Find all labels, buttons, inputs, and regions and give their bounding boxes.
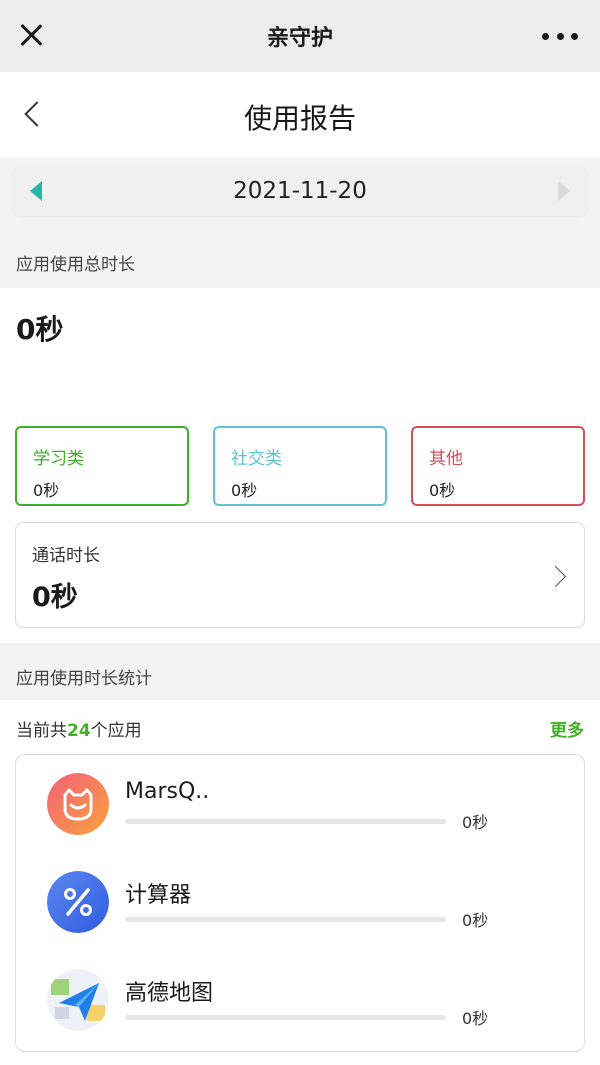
amap-app-icon (47, 969, 109, 1031)
page-title: 使用报告 (243, 102, 356, 135)
call-duration-label: 通话时长 (32, 546, 100, 566)
usage-progress-bar (125, 1015, 446, 1020)
total-usage-panel: 0秒 学习类 0秒 社交类 0秒 其他 0秒 通话时长 0秒 (0, 288, 600, 643)
app-count-text: 当前共24个应用 (16, 721, 142, 741)
app-list-card: MarsQ.. 0秒 计算器 0秒 高德地图 0秒 (15, 754, 585, 1052)
category-card-study[interactable]: 学习类 0秒 (15, 426, 189, 506)
app-usage-time: 0秒 (462, 813, 489, 832)
category-value: 0秒 (33, 481, 60, 500)
app-stats-label: 应用使用时长统计 (16, 669, 152, 689)
usage-progress-bar (125, 917, 446, 922)
more-menu-icon[interactable] (542, 33, 578, 41)
list-item[interactable]: 高德地图 0秒 (16, 955, 584, 1045)
app-title: 亲守护 (266, 26, 333, 51)
app-stats-panel: 当前共24个应用 更多 MarsQ.. 0秒 计算器 0秒 高德地图 0秒 (0, 700, 600, 1065)
calculator-app-icon (47, 871, 109, 933)
category-name: 社交类 (231, 449, 282, 469)
call-duration-value: 0秒 (32, 582, 78, 613)
category-value: 0秒 (231, 481, 258, 500)
list-item[interactable]: 计算器 0秒 (16, 857, 584, 947)
more-apps-link[interactable]: 更多 (550, 716, 584, 741)
app-name: MarsQ.. (125, 779, 210, 804)
app-usage-time: 0秒 (462, 1009, 489, 1028)
app-count-number: 24 (67, 721, 91, 741)
marsq-app-icon (47, 773, 109, 835)
app-name: 计算器 (125, 883, 192, 908)
category-name: 其他 (429, 449, 463, 469)
total-usage-label: 应用使用总时长 (16, 255, 135, 275)
category-value: 0秒 (429, 481, 456, 500)
current-date: 2021-11-20 (233, 178, 367, 204)
total-usage-value: 0秒 (16, 313, 64, 346)
next-day-icon[interactable] (558, 181, 570, 201)
page-header: 使用报告 (0, 72, 600, 158)
category-card-social[interactable]: 社交类 0秒 (213, 426, 387, 506)
list-item[interactable]: MarsQ.. 0秒 (16, 759, 584, 849)
chevron-right-icon (552, 565, 566, 587)
category-card-other[interactable]: 其他 0秒 (411, 426, 585, 506)
usage-progress-bar (125, 819, 446, 824)
app-name: 高德地图 (125, 981, 214, 1006)
category-name: 学习类 (33, 449, 84, 469)
mini-program-top-bar: 亲守护 (0, 0, 600, 72)
app-usage-time: 0秒 (462, 911, 489, 930)
call-duration-card[interactable]: 通话时长 0秒 (15, 522, 585, 628)
date-navigator: 2021-11-20 (12, 166, 588, 216)
